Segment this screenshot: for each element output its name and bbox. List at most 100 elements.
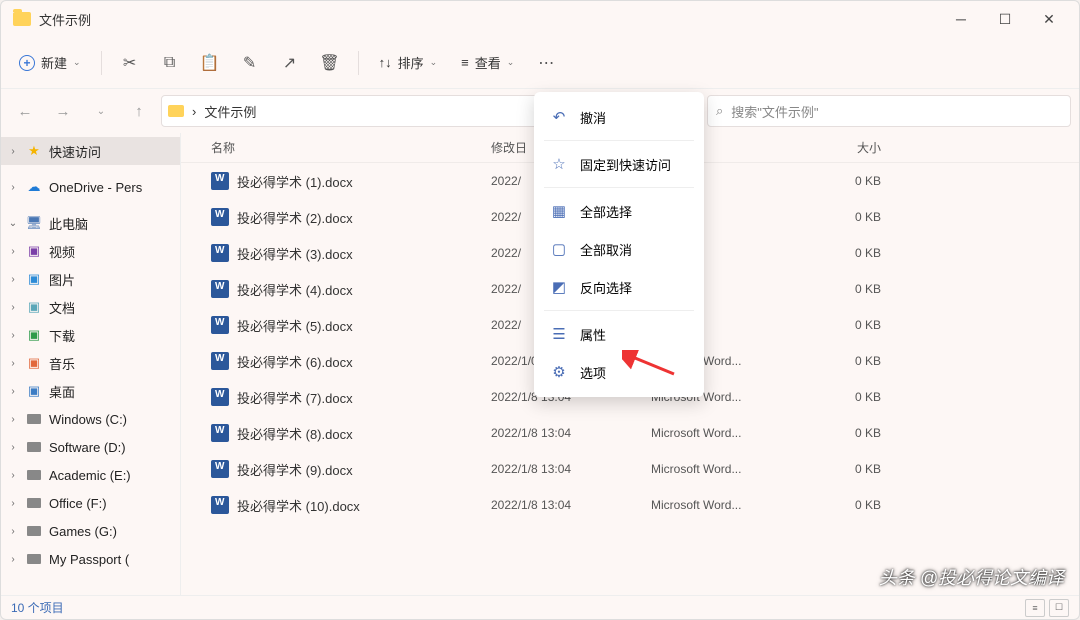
sidebar-item[interactable]: ›Software (D:) (1, 433, 180, 461)
paste-icon[interactable]: 📋 (192, 45, 228, 81)
hdd-icon (25, 410, 43, 428)
file-row[interactable]: 投必得学术 (10).docx2022/1/8 13:04Microsoft W… (181, 487, 1079, 523)
search-icon: ⌕ (716, 103, 723, 119)
back-button[interactable]: ← (9, 95, 41, 127)
breadcrumb-name: 文件示例 (204, 102, 256, 121)
col-size[interactable]: 大小 (801, 139, 881, 156)
sidebar-item-label: Office (F:) (49, 496, 107, 511)
file-name: 投必得学术 (9).docx (237, 460, 491, 479)
ctx-select-all[interactable]: ▦全部选择 (540, 192, 698, 230)
col-name[interactable]: 名称 (211, 139, 491, 156)
close-button[interactable]: ✕ (1027, 1, 1071, 37)
ctx-pin[interactable]: ☆固定到快速访问 (540, 145, 698, 183)
pin-icon: ☆ (550, 155, 568, 173)
hdd-icon (25, 522, 43, 540)
chevron-right-icon: › (7, 554, 19, 565)
docx-icon (211, 388, 229, 406)
hdd-icon (25, 494, 43, 512)
sidebar-quick-access[interactable]: › ★ 快速访问 (1, 137, 180, 165)
sidebar-item[interactable]: ›▣文档 (1, 293, 180, 321)
tiles-view-button[interactable]: ☐ (1049, 599, 1069, 617)
more-icon[interactable]: ⋯ (528, 45, 564, 81)
sidebar-item-label: 桌面 (49, 382, 75, 401)
file-type: Microsoft Word... (651, 426, 801, 440)
new-button[interactable]: + 新建 ⌄ (9, 47, 91, 78)
sidebar-item[interactable]: › Games (G:) (1, 517, 180, 545)
maximize-button[interactable]: ☐ (983, 1, 1027, 37)
chevron-right-icon: › (7, 414, 19, 425)
sidebar-item[interactable]: ›Academic (E:) (1, 461, 180, 489)
details-view-button[interactable]: ≡ (1025, 599, 1045, 617)
file-size: 0 KB (801, 498, 881, 512)
sidebar-item[interactable]: ›▣下载 (1, 321, 180, 349)
sidebar-label: OneDrive - Pers (49, 180, 142, 195)
ctx-properties[interactable]: ☰属性 (540, 315, 698, 353)
select-none-icon: ▢ (550, 240, 568, 258)
docx-icon (211, 172, 229, 190)
delete-icon[interactable]: 🗑 (312, 45, 348, 81)
up-button[interactable]: ↑ (123, 95, 155, 127)
search-input[interactable]: ⌕ 搜索"文件示例" (707, 95, 1071, 127)
chevron-right-icon: › (7, 526, 19, 537)
recent-button[interactable]: ⌄ (85, 95, 117, 127)
title-bar: 文件示例 ─ ☐ ✕ (1, 1, 1079, 37)
chevron-right-icon: › (7, 182, 19, 193)
sidebar-item[interactable]: › Windows (C:) (1, 405, 180, 433)
docx-icon (211, 316, 229, 334)
sidebar-item[interactable]: ›▣音乐 (1, 349, 180, 377)
copy-icon[interactable]: ⧉ (152, 45, 188, 81)
properties-icon: ☰ (550, 325, 568, 343)
view-button[interactable]: ≡ 查看 ⌄ (451, 47, 524, 78)
sidebar-label: 快速访问 (49, 142, 101, 161)
cut-icon[interactable]: ✂ (112, 45, 148, 81)
sidebar: › ★ 快速访问 › ☁ OneDrive - Pers ⌄ 🖥 此电脑 ›▣视… (1, 133, 181, 595)
sidebar-item[interactable]: ›▣图片 (1, 265, 180, 293)
docx-icon (211, 424, 229, 442)
file-size: 0 KB (801, 426, 881, 440)
file-type: Microsoft Word... (651, 498, 801, 512)
forward-button[interactable]: → (47, 95, 79, 127)
music-icon: ▣ (25, 354, 43, 372)
sidebar-item-label: 文档 (49, 298, 75, 317)
sidebar-item-label: My Passport ( (49, 552, 129, 567)
share-icon[interactable]: ↗ (272, 45, 308, 81)
cloud-icon: ☁ (25, 178, 43, 196)
sidebar-item[interactable]: › My Passport ( (1, 545, 180, 573)
sidebar-item[interactable]: ›▣桌面 (1, 377, 180, 405)
breadcrumb-sep: › (192, 104, 196, 119)
folder-icon (13, 12, 31, 26)
pc-icon: 🖥 (25, 214, 43, 232)
item-count: 10 个项目 (11, 599, 64, 616)
context-menu: ↶撤消 ☆固定到快速访问 ▦全部选择 ▢全部取消 ◩反向选择 ☰属性 ⚙选项 (534, 92, 704, 397)
sidebar-item[interactable]: ›Office (F:) (1, 489, 180, 517)
docx-icon (211, 280, 229, 298)
ctx-options[interactable]: ⚙选项 (540, 353, 698, 391)
sidebar-item-label: Games (G:) (49, 524, 117, 539)
sort-button[interactable]: ↑↓ 排序 ⌄ (369, 47, 448, 78)
file-size: 0 KB (801, 210, 881, 224)
sidebar-onedrive[interactable]: › ☁ OneDrive - Pers (1, 173, 180, 201)
sidebar-item[interactable]: ›▣视频 (1, 237, 180, 265)
file-row[interactable]: 投必得学术 (8).docx2022/1/8 13:04Microsoft Wo… (181, 415, 1079, 451)
undo-icon: ↶ (550, 108, 568, 126)
chevron-down-icon: ⌄ (73, 57, 81, 68)
sidebar-item-label: Windows (C:) (49, 412, 127, 427)
docx-icon (211, 352, 229, 370)
file-name: 投必得学术 (6).docx (237, 352, 491, 371)
ctx-undo[interactable]: ↶撤消 (540, 98, 698, 136)
file-date: 2022/1/8 13:04 (491, 462, 651, 476)
star-icon: ★ (25, 142, 43, 160)
invert-icon: ◩ (550, 278, 568, 296)
pictures-icon: ▣ (25, 270, 43, 288)
view-label: 查看 (475, 53, 501, 72)
file-row[interactable]: 投必得学术 (9).docx2022/1/8 13:04Microsoft Wo… (181, 451, 1079, 487)
ctx-select-none[interactable]: ▢全部取消 (540, 230, 698, 268)
ctx-invert[interactable]: ◩反向选择 (540, 268, 698, 306)
file-name: 投必得学术 (8).docx (237, 424, 491, 443)
file-name: 投必得学术 (7).docx (237, 388, 491, 407)
sidebar-thispc[interactable]: ⌄ 🖥 此电脑 (1, 209, 180, 237)
documents-icon: ▣ (25, 298, 43, 316)
plus-icon: + (19, 55, 35, 71)
rename-icon[interactable]: ✎ (232, 45, 268, 81)
minimize-button[interactable]: ─ (939, 1, 983, 37)
